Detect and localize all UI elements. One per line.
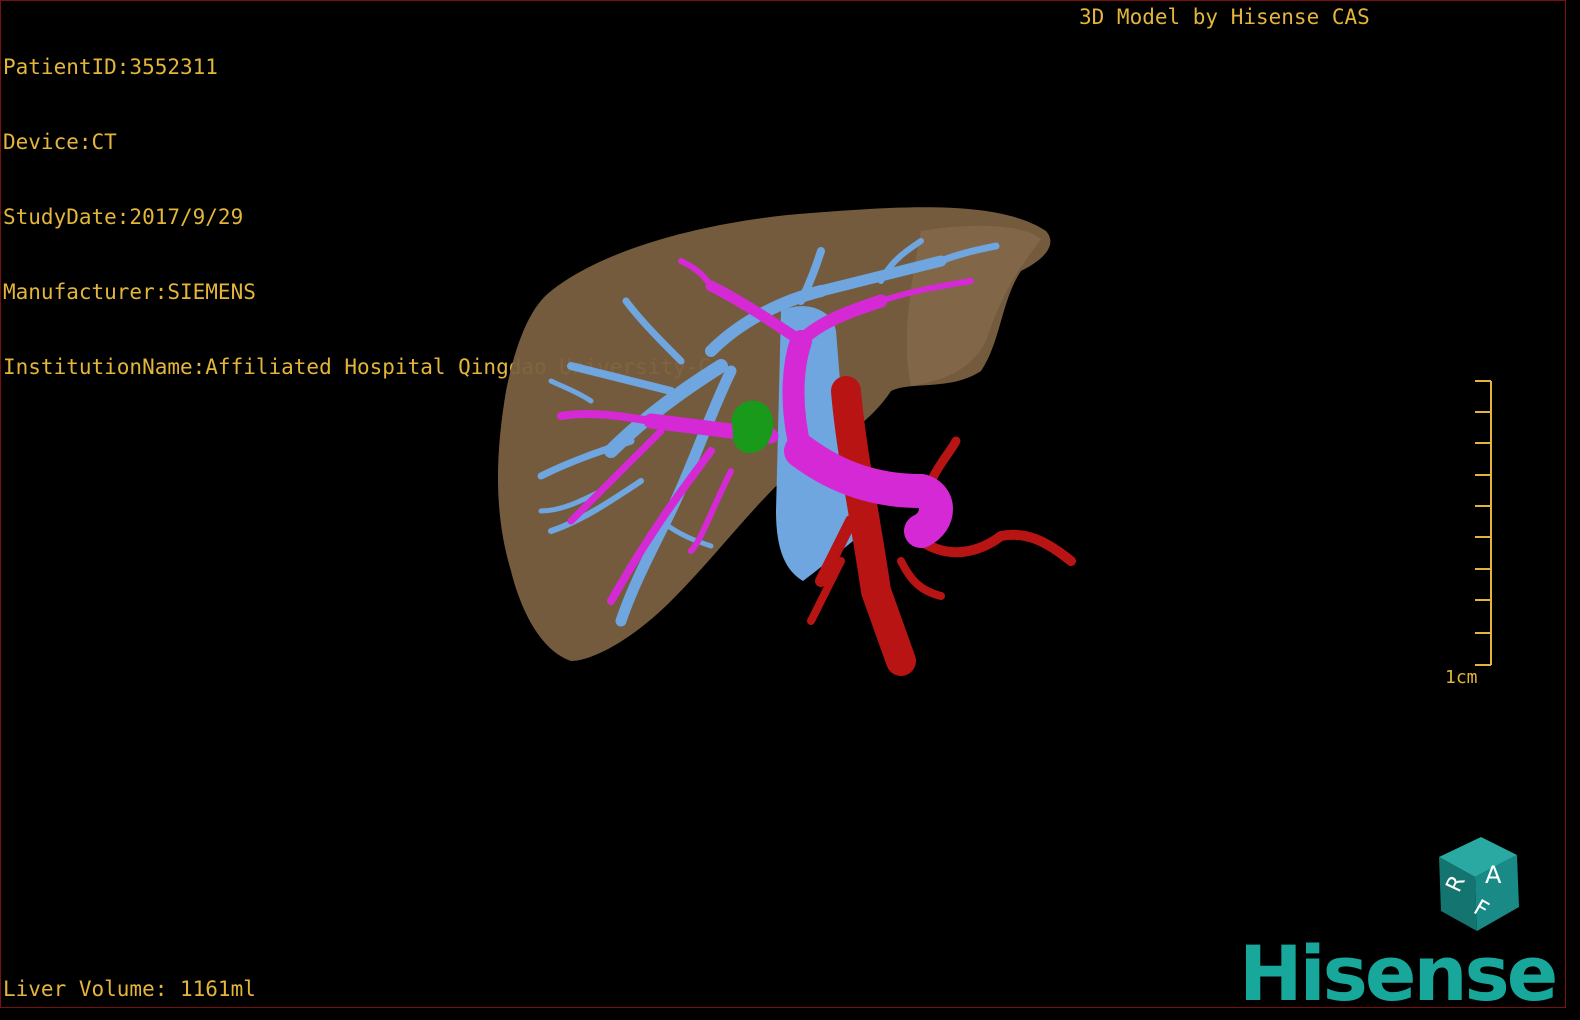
- device: Device:CT: [3, 130, 117, 154]
- liver-3d-model[interactable]: [481, 191, 1121, 691]
- cube-label-a: A: [1485, 861, 1502, 889]
- liver-volume: Liver Volume: 1161ml: [3, 977, 256, 1001]
- orientation-cube[interactable]: A R F: [1419, 833, 1523, 941]
- scale-label: 1cm: [1445, 667, 1478, 688]
- scale-bar: [1475, 380, 1492, 666]
- 3d-viewport[interactable]: PatientID:3552311 Device:CT StudyDate:20…: [0, 0, 1566, 1018]
- model-credit: 3D Model by Hisense CAS: [1079, 5, 1370, 29]
- patient-id: PatientID:3552311: [3, 55, 218, 79]
- hisense-logo: Hisense: [1239, 929, 1558, 1018]
